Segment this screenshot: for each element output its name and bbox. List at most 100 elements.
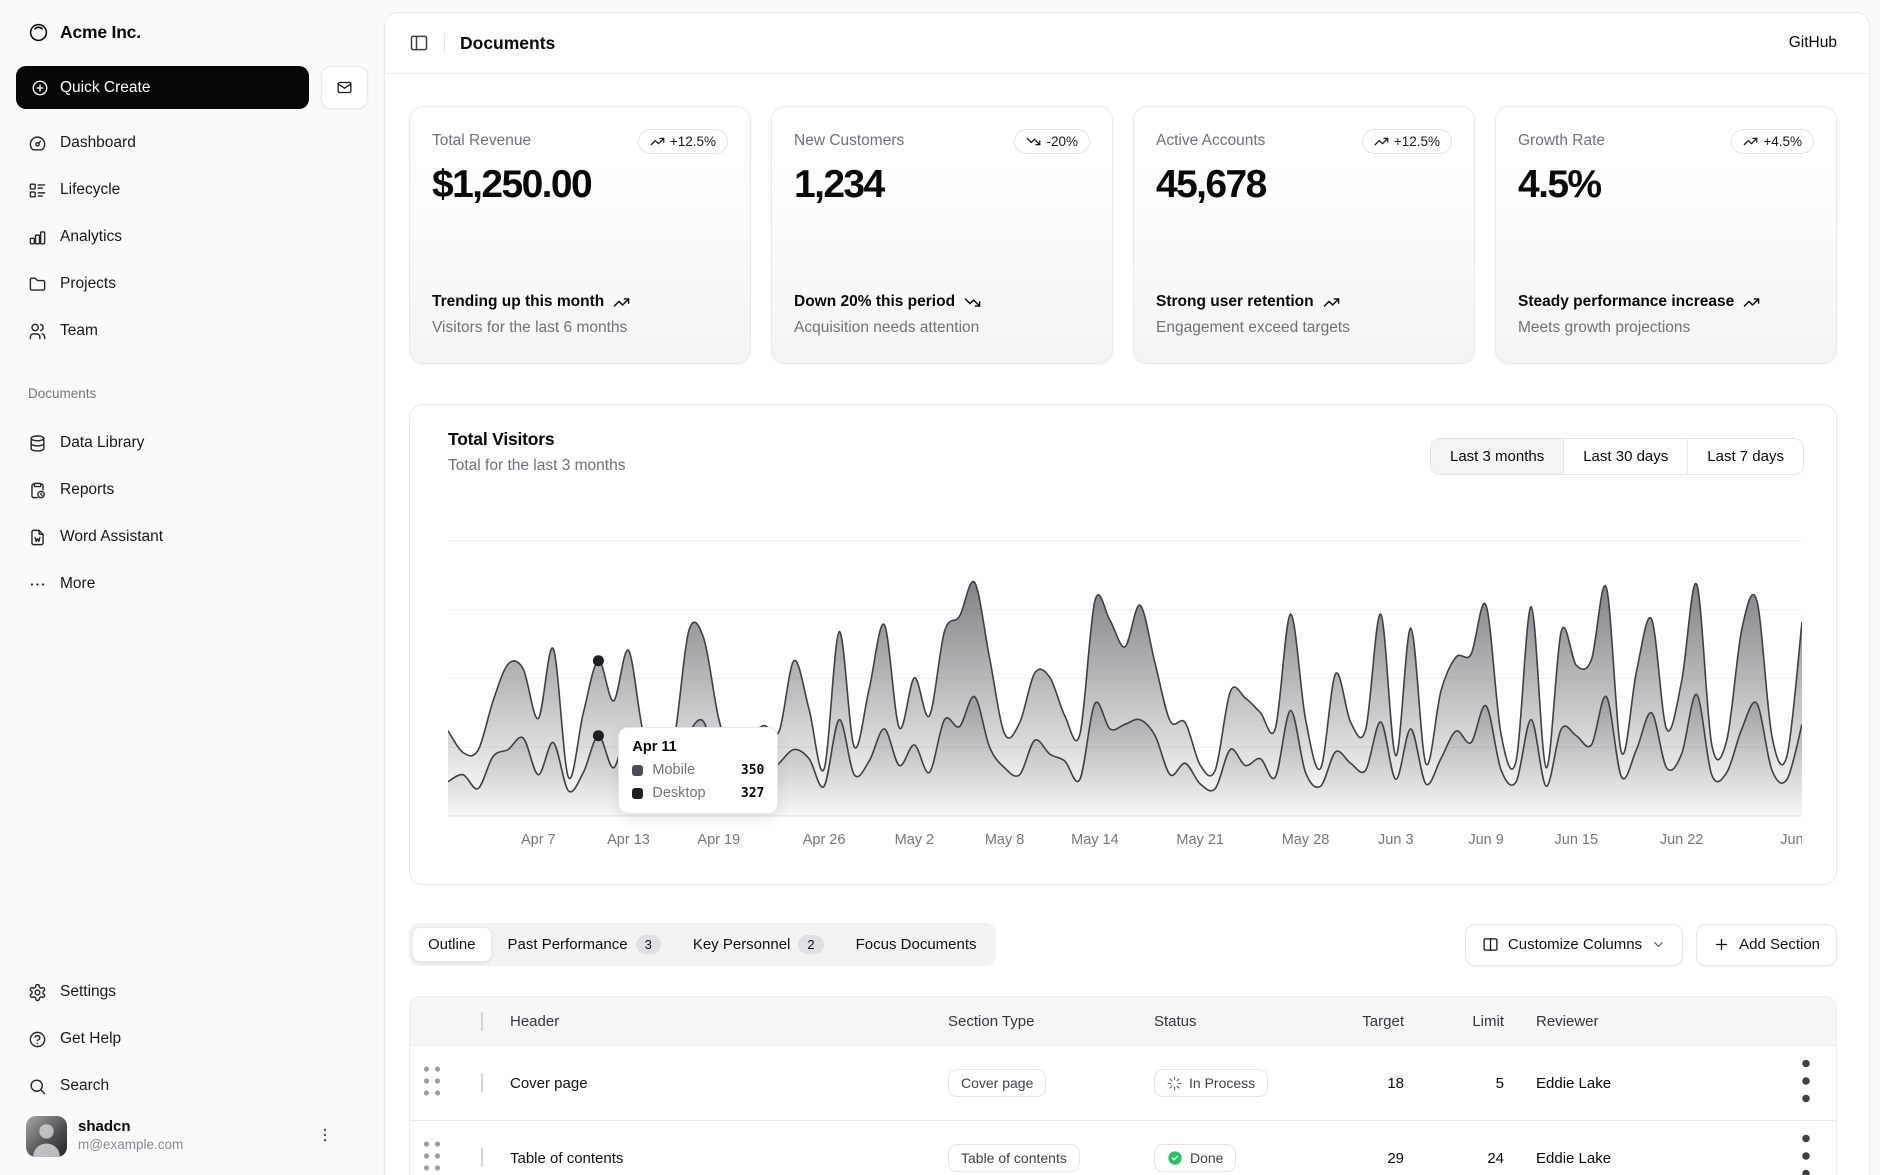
range-option-last-30-days[interactable]: Last 30 days [1563,439,1687,474]
row-reviewer-cell[interactable]: Eddie Lake [1508,1075,1776,1092]
sidebar-item-word-assistant[interactable]: Word Assistant [16,515,368,559]
sidebar-item-get-help[interactable]: Get Help [16,1017,368,1061]
tooltip-row: Desktop327 [632,785,764,801]
stat-footer-text: Strong user retention [1156,291,1314,313]
tab-label: Past Performance [508,936,628,953]
tab-past-performance[interactable]: Past Performance3 [492,926,677,963]
quick-create-label: Quick Create [60,79,150,97]
check-circle-icon [1167,1150,1183,1166]
trend-badge-value: -20% [1046,134,1078,149]
stat-card-growth-rate: Growth Rate+4.5%4.5%Steady performance i… [1495,106,1837,364]
total-visitors-card: Total Visitors Total for the last 3 mont… [409,404,1837,885]
stat-footer-title: Strong user retention [1156,291,1452,313]
sidebar-item-search[interactable]: Search [16,1064,368,1108]
sidebar-item-lifecycle[interactable]: Lifecycle [16,168,368,212]
svg-text:Jun 30: Jun 30 [1780,832,1802,848]
topbar: Documents GitHub [385,13,1869,74]
range-option-last-7-days[interactable]: Last 7 days [1687,439,1803,474]
stat-label: Growth Rate [1518,129,1605,150]
sidebar-item-projects[interactable]: Projects [16,262,368,306]
customize-columns-button[interactable]: Customize Columns [1465,924,1683,966]
add-section-label: Add Section [1739,936,1820,953]
brand-name: Acme Inc. [60,22,141,43]
sidebar-item-data-library[interactable]: Data Library [16,421,368,465]
inbox-button[interactable] [321,66,368,109]
status-label: Done [1190,1150,1223,1166]
grip-vertical-icon[interactable] [410,1090,454,1107]
row-target-cell[interactable]: 29 [1324,1150,1408,1167]
user-options-icon[interactable] [316,1126,334,1144]
tab-outline[interactable]: Outline [412,927,492,962]
sidebar-item-dashboard[interactable]: Dashboard [16,121,368,165]
stat-card-top: Growth Rate+4.5% [1518,129,1814,154]
select-all-checkbox[interactable] [481,1012,483,1031]
row-section-type-cell: Table of contents [948,1144,1154,1172]
folder-icon [28,275,47,294]
tab-focus-documents[interactable]: Focus Documents [840,927,993,962]
users-icon [28,322,47,341]
stat-card-total-revenue: Total Revenue+12.5%$1,250.00Trending up … [409,106,751,364]
series-swatch [632,765,643,776]
user-menu[interactable]: shadcn m@example.com [16,1108,368,1161]
sidebar-item-label: Projects [60,275,116,293]
stat-footer-text: Trending up this month [432,291,604,313]
trend-badge-value: +12.5% [670,134,716,149]
github-link[interactable]: GitHub [1789,34,1837,52]
row-checkbox[interactable] [481,1073,483,1092]
add-section-button[interactable]: Add Section [1696,924,1837,966]
dots-icon [28,575,47,594]
sidebar-item-analytics[interactable]: Analytics [16,215,368,259]
svg-text:May 21: May 21 [1176,832,1224,848]
active-dot-stack-top [593,655,604,666]
stat-footer-title: Steady performance increase [1518,291,1814,313]
row-limit-cell[interactable]: 5 [1408,1075,1508,1092]
page-title: Documents [460,33,555,54]
topbar-divider [444,33,445,53]
row-header-cell[interactable]: Table of contents [510,1150,948,1167]
trending-up-icon [613,294,630,311]
row-target-cell[interactable]: 18 [1324,1075,1408,1092]
avatar [26,1116,67,1157]
sidebar-item-settings[interactable]: Settings [16,970,368,1014]
row-actions-cell [1776,1126,1836,1175]
tab-key-personnel[interactable]: Key Personnel2 [677,926,840,963]
sidebar-toggle-icon[interactable] [409,33,429,53]
trend-badge: +12.5% [638,129,728,154]
sidebar-nav-main: Dashboard Lifecycle Analytics Projects Team [16,121,368,353]
section-type-badge: Cover page [948,1069,1046,1097]
row-reviewer-cell[interactable]: Eddie Lake [1508,1150,1776,1167]
grip-vertical-icon[interactable] [410,1165,454,1175]
search-icon [28,1077,47,1096]
svg-text:Apr 26: Apr 26 [803,832,846,848]
sidebar-item-label: Lifecycle [60,181,120,199]
time-range-toggle: Last 3 monthsLast 30 daysLast 7 days [1430,438,1804,475]
acme-logo-icon [28,22,49,43]
row-menu-icon[interactable] [1776,1098,1836,1115]
tooltip-row: Mobile350 [632,762,764,778]
range-option-last-3-months[interactable]: Last 3 months [1431,439,1563,474]
sidebar-item-reports[interactable]: Reports [16,468,368,512]
trending-up-icon [1743,294,1760,311]
row-checkbox[interactable] [481,1148,483,1167]
row-actions-cell [1776,1051,1836,1116]
tooltip-date: Apr 11 [632,739,764,755]
section-bar: OutlinePast Performance3Key Personnel2Fo… [409,923,1837,966]
trend-badge-value: +12.5% [1394,134,1440,149]
area-chart[interactable]: Apr 7Apr 13Apr 19Apr 26May 2May 8May 14M… [448,532,1802,854]
row-header-cell[interactable]: Cover page [510,1075,948,1092]
svg-text:Apr 19: Apr 19 [697,832,740,848]
row-limit-cell[interactable]: 24 [1408,1150,1508,1167]
sidebar-item-team[interactable]: Team [16,309,368,353]
sidebar-nav-footer: SettingsGet HelpSearch [16,970,368,1108]
stat-footer-title: Down 20% this period [794,291,1090,313]
sidebar-item-more[interactable]: More [16,562,368,606]
svg-text:Jun 22: Jun 22 [1660,832,1704,848]
brand[interactable]: Acme Inc. [16,16,368,49]
header-cell-checkbox [481,1013,483,1030]
list-details-icon [28,181,47,200]
plus-icon [1713,936,1730,953]
quick-create-button[interactable]: Quick Create [16,66,309,109]
svg-text:Apr 7: Apr 7 [521,832,556,848]
column-header-target: Target [1324,1013,1408,1030]
customize-columns-label: Customize Columns [1508,936,1642,953]
